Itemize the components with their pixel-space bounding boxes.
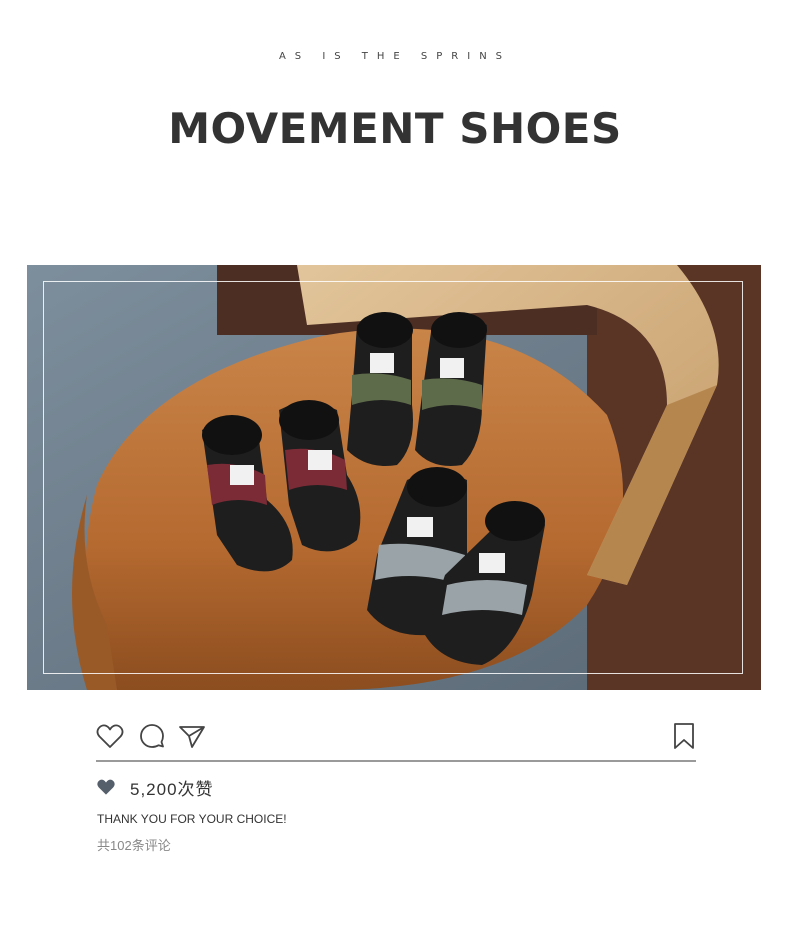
bookmark-icon bbox=[674, 723, 694, 749]
header-tagline: AS IS THE SPRINS bbox=[278, 51, 512, 62]
comment-button[interactable] bbox=[138, 722, 166, 750]
paper-plane-icon bbox=[179, 726, 205, 748]
product-photo-illustration bbox=[27, 265, 761, 690]
likes-count[interactable]: 5,200次赞 bbox=[130, 775, 214, 800]
post-caption: THANK YOU FOR YOUR CHOICE! bbox=[97, 812, 287, 826]
product-photo bbox=[27, 265, 761, 690]
save-button[interactable] bbox=[670, 722, 698, 750]
heart-filled-icon bbox=[97, 779, 115, 795]
action-divider bbox=[96, 760, 696, 762]
share-button[interactable] bbox=[178, 722, 206, 750]
action-bar bbox=[96, 722, 696, 752]
likes-row: 5,200次赞 bbox=[96, 775, 214, 800]
heart-outline-icon bbox=[96, 724, 124, 748]
page-title: MOVEMENT SHOES bbox=[168, 104, 622, 153]
comments-link[interactable]: 共102条评论 bbox=[97, 835, 171, 854]
comment-bubble-icon bbox=[140, 724, 164, 748]
like-button[interactable] bbox=[96, 722, 124, 750]
